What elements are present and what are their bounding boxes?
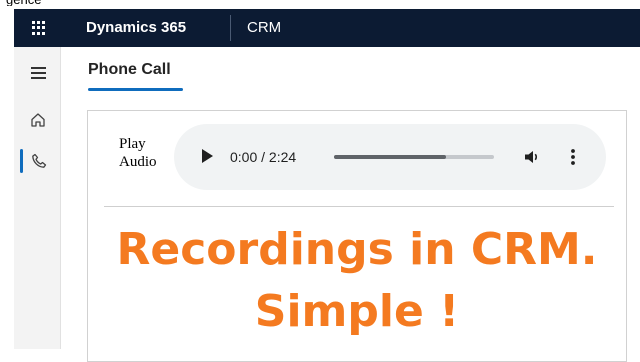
- time-display: 0:00 / 2:24: [230, 149, 297, 165]
- seek-slider[interactable]: [334, 155, 494, 159]
- more-vertical-icon: [571, 149, 575, 165]
- top-app-bar: Dynamics 365 CRM: [14, 9, 640, 47]
- play-button[interactable]: [201, 149, 213, 168]
- home-icon[interactable]: [29, 111, 47, 129]
- app-launcher-icon[interactable]: [32, 21, 46, 35]
- topbar-divider: [230, 15, 231, 41]
- tab-selected-underline: [88, 88, 183, 91]
- volume-icon: [525, 151, 538, 163]
- hamburger-icon[interactable]: [31, 67, 46, 79]
- play-audio-label: Play Audio: [119, 135, 171, 171]
- sidebar-item-phone-call[interactable]: [18, 149, 56, 173]
- play-icon: [202, 149, 213, 163]
- audio-player[interactable]: 0:00 / 2:24: [174, 124, 606, 190]
- recordings-headline: Recordings in CRM. Simple !: [88, 219, 626, 343]
- more-options-button[interactable]: [570, 148, 576, 171]
- play-audio-label-line1: Play: [119, 136, 146, 152]
- recording-card: Play Audio 0:00 / 2:24 Recordings in CRM…: [87, 110, 627, 362]
- seek-slider-fill: [334, 155, 446, 159]
- module-name[interactable]: CRM: [247, 18, 281, 38]
- app-name[interactable]: Dynamics 365: [86, 18, 186, 38]
- volume-button[interactable]: [523, 148, 541, 171]
- headline-line2: Simple !: [254, 286, 460, 337]
- phone-icon: [32, 153, 47, 168]
- headline-line1: Recordings in CRM.: [116, 224, 598, 275]
- left-nav: [14, 47, 61, 349]
- cutoff-window-text: gence: [6, 0, 41, 6]
- selected-indicator: [20, 149, 23, 173]
- tab-phone-call[interactable]: Phone Call: [88, 59, 171, 89]
- play-audio-label-line2: Audio: [119, 154, 157, 170]
- card-divider: [104, 206, 614, 207]
